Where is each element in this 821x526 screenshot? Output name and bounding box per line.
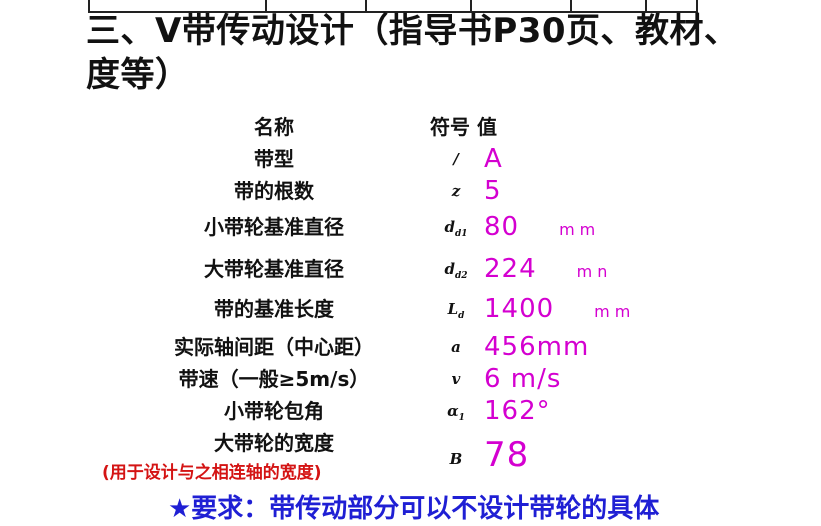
row-name: 带的根数 <box>234 179 314 203</box>
handwritten-value: 456mm <box>484 332 590 362</box>
handwritten-value: 224 mn <box>484 254 613 284</box>
row-symbol: dd2 <box>444 260 468 281</box>
section-title: 三、V带传动设计（指导书P30页、教材、 <box>86 11 739 51</box>
row-name: 带的基准长度 <box>214 297 334 321</box>
table-row: 带速（一般≥5m/s） v 6 m/s <box>0 364 821 394</box>
handwritten-value: 5 <box>484 176 502 206</box>
row-symbol: dd1 <box>444 218 468 239</box>
row-name: 小带轮基准直径 <box>204 215 344 239</box>
table-row: 带型 / A <box>0 144 821 174</box>
handwritten-value: 80 mm <box>484 212 601 242</box>
table-row: 带的基准长度 Ld 1400 mm <box>0 294 821 324</box>
row-symbol: / <box>453 150 459 168</box>
handwritten-value: 6 m/s <box>484 364 562 394</box>
table-row: 小带轮基准直径 dd1 80 mm <box>0 212 821 242</box>
row-name: 带型 <box>254 147 294 171</box>
section-title-continued: 度等） <box>86 55 190 95</box>
row-symbol: Ld <box>447 300 465 321</box>
header-name: 名称 <box>254 115 294 139</box>
handwritten-unit: mm <box>594 302 636 321</box>
row-name: 带速（一般≥5m/s） <box>178 367 370 391</box>
handwritten-unit: mn <box>576 262 613 281</box>
handwritten-value: 78 <box>484 435 530 475</box>
table-row: 大带轮基准直径 dd2 224 mn <box>0 254 821 284</box>
row-symbol: B <box>449 450 463 468</box>
row-symbol: z <box>451 182 461 200</box>
width-note: (用于设计与之相连轴的宽度) <box>102 463 322 483</box>
table-row: 实际轴间距（中心距） a 456mm <box>0 332 821 362</box>
handwritten-value: 1400 mm <box>484 294 636 324</box>
row-symbol: v <box>451 370 461 388</box>
table-header-row: 名称 符号 值 <box>0 112 821 142</box>
table-row: 小带轮包角 α1 162° <box>0 396 821 426</box>
row-name: 大带轮基准直径 <box>204 257 344 281</box>
row-symbol: a <box>451 338 461 356</box>
row-name: 小带轮包角 <box>224 399 324 423</box>
row-name: 实际轴间距（中心距） <box>174 335 374 359</box>
header-symbol-value: 符号 值 <box>430 115 497 139</box>
row-name: 大带轮的宽度 <box>214 431 334 455</box>
handwritten-unit: mm <box>559 220 601 239</box>
handwritten-value: 162° <box>484 396 551 426</box>
handwritten-value: A <box>484 144 503 174</box>
table-row: 带的根数 z 5 <box>0 176 821 206</box>
table-row: 大带轮的宽度 B 78 <box>0 428 821 472</box>
requirement-text: ★要求：带传动部分可以不设计带轮的具体 <box>168 494 660 524</box>
